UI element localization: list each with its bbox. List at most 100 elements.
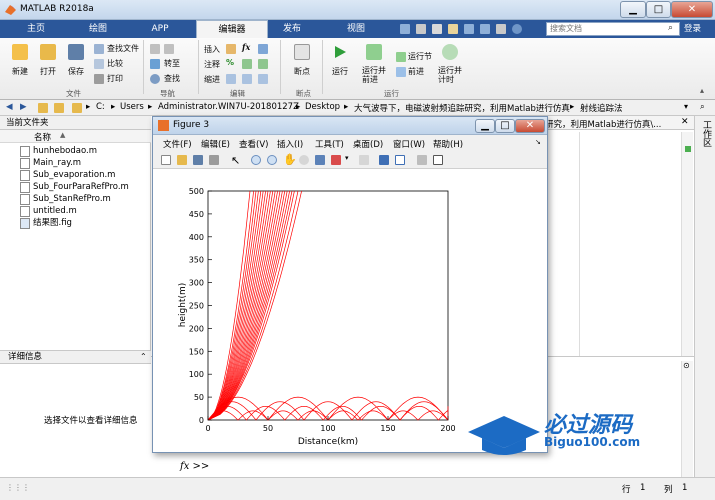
paste-icon[interactable] [448,24,458,34]
uncomment-icon[interactable] [258,59,268,69]
menu-window[interactable]: 窗口(W) [393,138,425,150]
decrease-indent-icon[interactable] [258,74,268,84]
back-nav-icon[interactable] [150,44,160,54]
run-section-button[interactable]: 运行节 [408,51,432,62]
insert-button[interactable]: 插入 [204,44,220,55]
save-figure-icon[interactable] [193,155,203,165]
file-item[interactable]: Sub_evaporation.m [33,169,115,181]
increase-indent-icon[interactable] [242,74,252,84]
workspace-label[interactable]: 工作区 [700,120,713,147]
new-button[interactable]: 新建 [12,66,28,77]
run-and-time-icon[interactable] [442,44,458,60]
breadcrumb-project[interactable]: 大气波导下，电磁波射频追踪研究，利用Matlab进行仿真 [354,102,570,114]
search-documentation-input[interactable]: 搜索文档 [546,22,680,36]
new-file-icon[interactable] [12,44,28,60]
up-folder-icon[interactable] [38,103,48,113]
rotate-3d-icon[interactable] [299,155,309,165]
hide-plot-tools-icon[interactable] [417,155,427,165]
save-button[interactable]: 保存 [68,66,84,77]
tab-publish[interactable]: 发布 [262,20,322,38]
run-and-advance-icon[interactable] [366,44,382,60]
command-window-menu-icon[interactable]: ⊙ [683,361,690,370]
file-item[interactable]: Sub_StanRefPro.m [33,193,111,205]
copy-icon[interactable] [432,24,442,34]
collapse-ribbon-icon[interactable]: ▴ [700,86,704,95]
figure-window[interactable]: Figure 3 ▁ □ ✕ 文件(F) 编辑(E) 查看(V) 插入(I) 工… [152,116,548,453]
figure-maximize-button[interactable]: □ [495,119,515,133]
menu-file[interactable]: 文件(F) [163,138,192,150]
search-icon[interactable]: ⌕ [668,23,678,35]
zoom-out-icon[interactable] [267,155,277,165]
address-dropdown-icon[interactable]: ▾ [684,102,688,111]
link-plot-icon[interactable] [359,155,369,165]
open-folder-icon[interactable] [40,44,56,60]
command-prompt[interactable]: fx >> [180,461,209,472]
tab-home[interactable]: 主页 [6,20,66,38]
goto-button[interactable]: 转至 [164,58,180,69]
menu-desktop[interactable]: 桌面(D) [353,138,383,150]
back-arrow-icon[interactable]: ◀ [6,102,13,112]
indent-button[interactable]: 缩进 [204,74,220,85]
compare-button[interactable]: 比较 [107,58,123,69]
breadcrumb-users[interactable]: Users [120,102,144,112]
command-scrollbar[interactable] [681,361,693,477]
open-file-icon[interactable] [177,155,187,165]
undo-icon[interactable] [464,24,474,34]
breakpoints-icon[interactable] [294,44,310,60]
comment-percent-button[interactable]: % [226,58,234,67]
minimize-button[interactable]: ▁ [620,1,646,18]
file-item[interactable]: untitled.m [33,205,77,217]
tab-editor[interactable]: 编辑器 [196,20,268,38]
cut-icon[interactable] [416,24,426,34]
insert-legend-icon[interactable] [395,155,405,165]
menu-help[interactable]: 帮助(H) [433,138,463,150]
browse-folder-icon[interactable] [54,103,64,113]
insert-colorbar-icon[interactable] [379,155,389,165]
zoom-in-icon[interactable] [251,155,261,165]
file-item[interactable]: Main_ray.m [33,157,81,169]
new-figure-icon[interactable] [161,155,171,165]
login-link[interactable]: 登录 [684,22,701,34]
insert-section-icon[interactable] [226,44,236,54]
show-plot-tools-icon[interactable] [433,155,443,165]
file-item[interactable]: hunhebodao.m [33,145,97,157]
comment-wrap-icon[interactable] [242,59,252,69]
find-button[interactable]: 查找 [164,73,180,84]
run-and-time-button[interactable]: 运行并 计时 [438,66,462,84]
figure-minimize-button[interactable]: ▁ [475,119,495,133]
maximize-button[interactable]: □ [646,1,671,18]
workspace-sidebar[interactable]: 工作区 [694,116,715,477]
function-fx-button[interactable]: fx [242,42,250,52]
breadcrumb-administrator[interactable]: Administrator.WIN7U-20180127Z [158,102,299,112]
menu-edit[interactable]: 编辑(E) [201,138,230,150]
menu-view[interactable]: 查看(V) [239,138,268,150]
run-play-icon[interactable] [332,44,348,60]
print-figure-icon[interactable] [209,155,219,165]
forward-nav-icon[interactable] [164,44,174,54]
breadcrumb-ray-tracing[interactable]: 射线追踪法 [580,102,623,114]
editor-tab[interactable]: 研究，利用Matlab进行仿真\... ✕ [545,116,694,130]
breakpoints-button[interactable]: 断点 [294,66,310,77]
redo-icon[interactable] [480,24,490,34]
smart-indent-icon[interactable] [226,74,236,84]
menu-insert[interactable]: 插入(I) [277,138,303,150]
editor-close-icon[interactable]: ✕ [681,117,689,127]
insert-dropdown-icon[interactable] [258,44,268,54]
menu-tools[interactable]: 工具(T) [315,138,344,150]
breadcrumb-c[interactable]: C: [96,102,105,112]
save-disk-icon[interactable] [68,44,84,60]
figure-title-bar[interactable]: Figure 3 ▁ □ ✕ [153,117,547,135]
address-search-icon[interactable]: ⌕ [700,102,705,112]
help-icon[interactable] [512,24,522,34]
print-button[interactable]: 打印 [107,73,123,84]
dock-figure-icon[interactable]: ↘ [535,138,541,146]
file-item[interactable]: Sub_FourParaRefPro.m [33,181,129,193]
data-cursor-icon[interactable] [315,155,325,165]
save-icon[interactable] [400,24,410,34]
advance-button[interactable]: 前进 [408,66,424,77]
comment-button[interactable]: 注释 [204,59,220,70]
file-item[interactable]: 结果图.fig [33,217,72,229]
close-button[interactable]: ✕ [671,1,713,18]
brush-icon[interactable] [331,155,341,165]
figure-close-button[interactable]: ✕ [515,119,545,133]
